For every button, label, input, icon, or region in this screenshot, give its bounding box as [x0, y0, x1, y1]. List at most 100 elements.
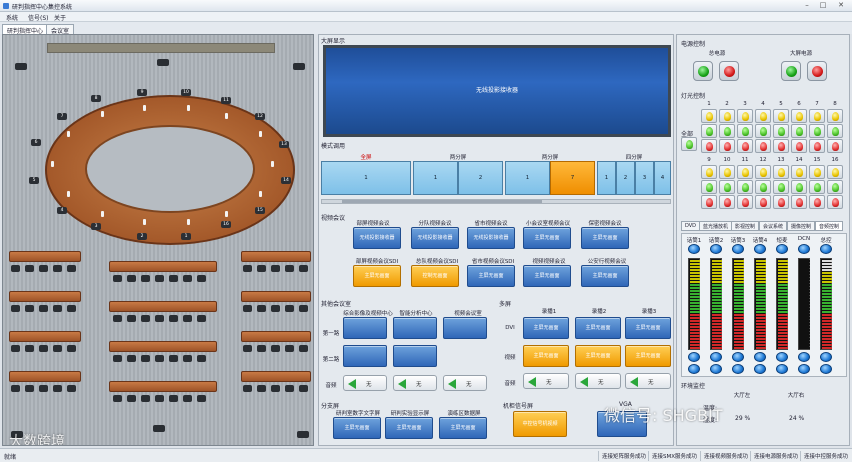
matrix-button[interactable]: 主屏无画面: [523, 317, 569, 339]
tab-audio-control[interactable]: 音频控制: [815, 221, 844, 231]
light-dim-button[interactable]: [827, 124, 843, 138]
ext-button[interactable]: 主屏无画面: [385, 417, 433, 439]
volume-up-button[interactable]: [776, 244, 788, 254]
vc-button[interactable]: 主屏无画面: [467, 265, 515, 287]
volume-up-button[interactable]: [798, 244, 810, 254]
light-off-button[interactable]: [719, 195, 735, 209]
light-off-button[interactable]: [809, 139, 825, 153]
light-dim-button[interactable]: [809, 180, 825, 194]
seat[interactable]: 10: [181, 89, 191, 96]
light-all-on-button[interactable]: [681, 137, 697, 151]
ext-button[interactable]: 主屏无画面: [439, 417, 487, 439]
volume-up-button[interactable]: [820, 244, 832, 254]
light-dim-button[interactable]: [719, 124, 735, 138]
mode-full-cell-1[interactable]: 1: [321, 161, 411, 195]
tab-dvd[interactable]: DVD: [681, 221, 701, 231]
microphone-icon[interactable]: [67, 191, 70, 197]
light-on-button[interactable]: [791, 165, 807, 179]
volume-down-button[interactable]: [820, 352, 832, 362]
om-button[interactable]: [393, 345, 437, 367]
light-off-button[interactable]: [737, 195, 753, 209]
mode-split4-cell-4[interactable]: 4: [654, 161, 671, 195]
light-on-button[interactable]: [809, 109, 825, 123]
light-off-button[interactable]: [701, 139, 717, 153]
microphone-icon[interactable]: [101, 211, 104, 217]
light-on-button[interactable]: [773, 165, 789, 179]
tab-camera-control[interactable]: 摄像控制: [787, 221, 816, 231]
microphone-icon[interactable]: [271, 161, 274, 167]
microphone-icon[interactable]: [187, 105, 190, 111]
big-screen-preview[interactable]: 无线投影接收器: [323, 45, 671, 137]
vc-button[interactable]: 主屏无画面: [523, 227, 571, 249]
matrix-button[interactable]: 主屏无画面: [523, 345, 569, 367]
matrix-button[interactable]: 主屏无画面: [625, 345, 671, 367]
seat[interactable]: 4: [57, 207, 67, 214]
matrix-button[interactable]: 主屏无画面: [625, 317, 671, 339]
menu-about[interactable]: 关于: [54, 13, 66, 22]
light-dim-button[interactable]: [719, 180, 735, 194]
menu-system[interactable]: 系统: [6, 13, 18, 22]
volume-up-button[interactable]: [732, 244, 744, 254]
light-off-button[interactable]: [827, 139, 843, 153]
mute-button[interactable]: [754, 364, 766, 374]
close-button[interactable]: ✕: [834, 1, 848, 10]
light-off-button[interactable]: [773, 195, 789, 209]
seat[interactable]: 3: [91, 223, 101, 230]
light-on-button[interactable]: [773, 109, 789, 123]
mode-split2a-cell-2[interactable]: 2: [458, 161, 503, 195]
audio-toggle[interactable]: 无: [343, 375, 387, 391]
matrix-audio-toggle[interactable]: 无: [575, 373, 621, 389]
power-on-button[interactable]: [693, 61, 713, 81]
mode-split4-cell-1[interactable]: 1: [597, 161, 616, 195]
volume-down-button[interactable]: [710, 352, 722, 362]
light-dim-button[interactable]: [809, 124, 825, 138]
light-on-button[interactable]: [701, 165, 717, 179]
camera-icon[interactable]: [153, 425, 165, 432]
vc-button[interactable]: 无线投影接收器: [353, 227, 401, 249]
mute-button[interactable]: [820, 364, 832, 374]
mute-button[interactable]: [732, 364, 744, 374]
ext-button[interactable]: 主屏无画面: [333, 417, 381, 439]
om-button[interactable]: [343, 345, 387, 367]
seat[interactable]: 13: [279, 141, 289, 148]
volume-up-button[interactable]: [754, 244, 766, 254]
light-on-button[interactable]: [809, 165, 825, 179]
volume-down-button[interactable]: [754, 352, 766, 362]
camera-icon[interactable]: [15, 63, 27, 70]
menu-signal[interactable]: 信号(S): [28, 13, 49, 22]
mute-button[interactable]: [688, 364, 700, 374]
vc-button[interactable]: 主屏无画面: [581, 227, 629, 249]
light-off-button[interactable]: [701, 195, 717, 209]
microphone-icon[interactable]: [67, 131, 70, 137]
seat[interactable]: 6: [31, 139, 41, 146]
matrix-button[interactable]: 主屏无画面: [575, 345, 621, 367]
mute-button[interactable]: [776, 364, 788, 374]
light-on-button[interactable]: [827, 165, 843, 179]
microphone-icon[interactable]: [225, 211, 228, 217]
light-dim-button[interactable]: [701, 180, 717, 194]
camera-icon[interactable]: [293, 63, 305, 70]
microphone-icon[interactable]: [259, 131, 262, 137]
light-dim-button[interactable]: [791, 180, 807, 194]
light-off-button[interactable]: [809, 195, 825, 209]
light-dim-button[interactable]: [791, 124, 807, 138]
station-button[interactable]: 中控信号机视频: [513, 411, 567, 437]
light-on-button[interactable]: [755, 165, 771, 179]
light-off-button[interactable]: [755, 195, 771, 209]
seat[interactable]: 14: [281, 177, 291, 184]
light-on-button[interactable]: [719, 109, 735, 123]
mode-split2a-cell-1[interactable]: 1: [413, 161, 458, 195]
mute-button[interactable]: [798, 364, 810, 374]
light-dim-button[interactable]: [755, 180, 771, 194]
tab-command-center[interactable]: 研判指挥中心: [2, 24, 49, 35]
camera-icon[interactable]: [297, 431, 309, 438]
screen-power-off-button[interactable]: [807, 61, 827, 81]
tab-conference-system[interactable]: 会议系统: [759, 221, 788, 231]
vc-button[interactable]: 无线投影接收器: [467, 227, 515, 249]
volume-down-button[interactable]: [798, 352, 810, 362]
power-off-button[interactable]: [719, 61, 739, 81]
mode-split2b-cell-2[interactable]: 7: [550, 161, 595, 195]
light-off-button[interactable]: [791, 139, 807, 153]
light-off-button[interactable]: [755, 139, 771, 153]
light-on-button[interactable]: [737, 165, 753, 179]
